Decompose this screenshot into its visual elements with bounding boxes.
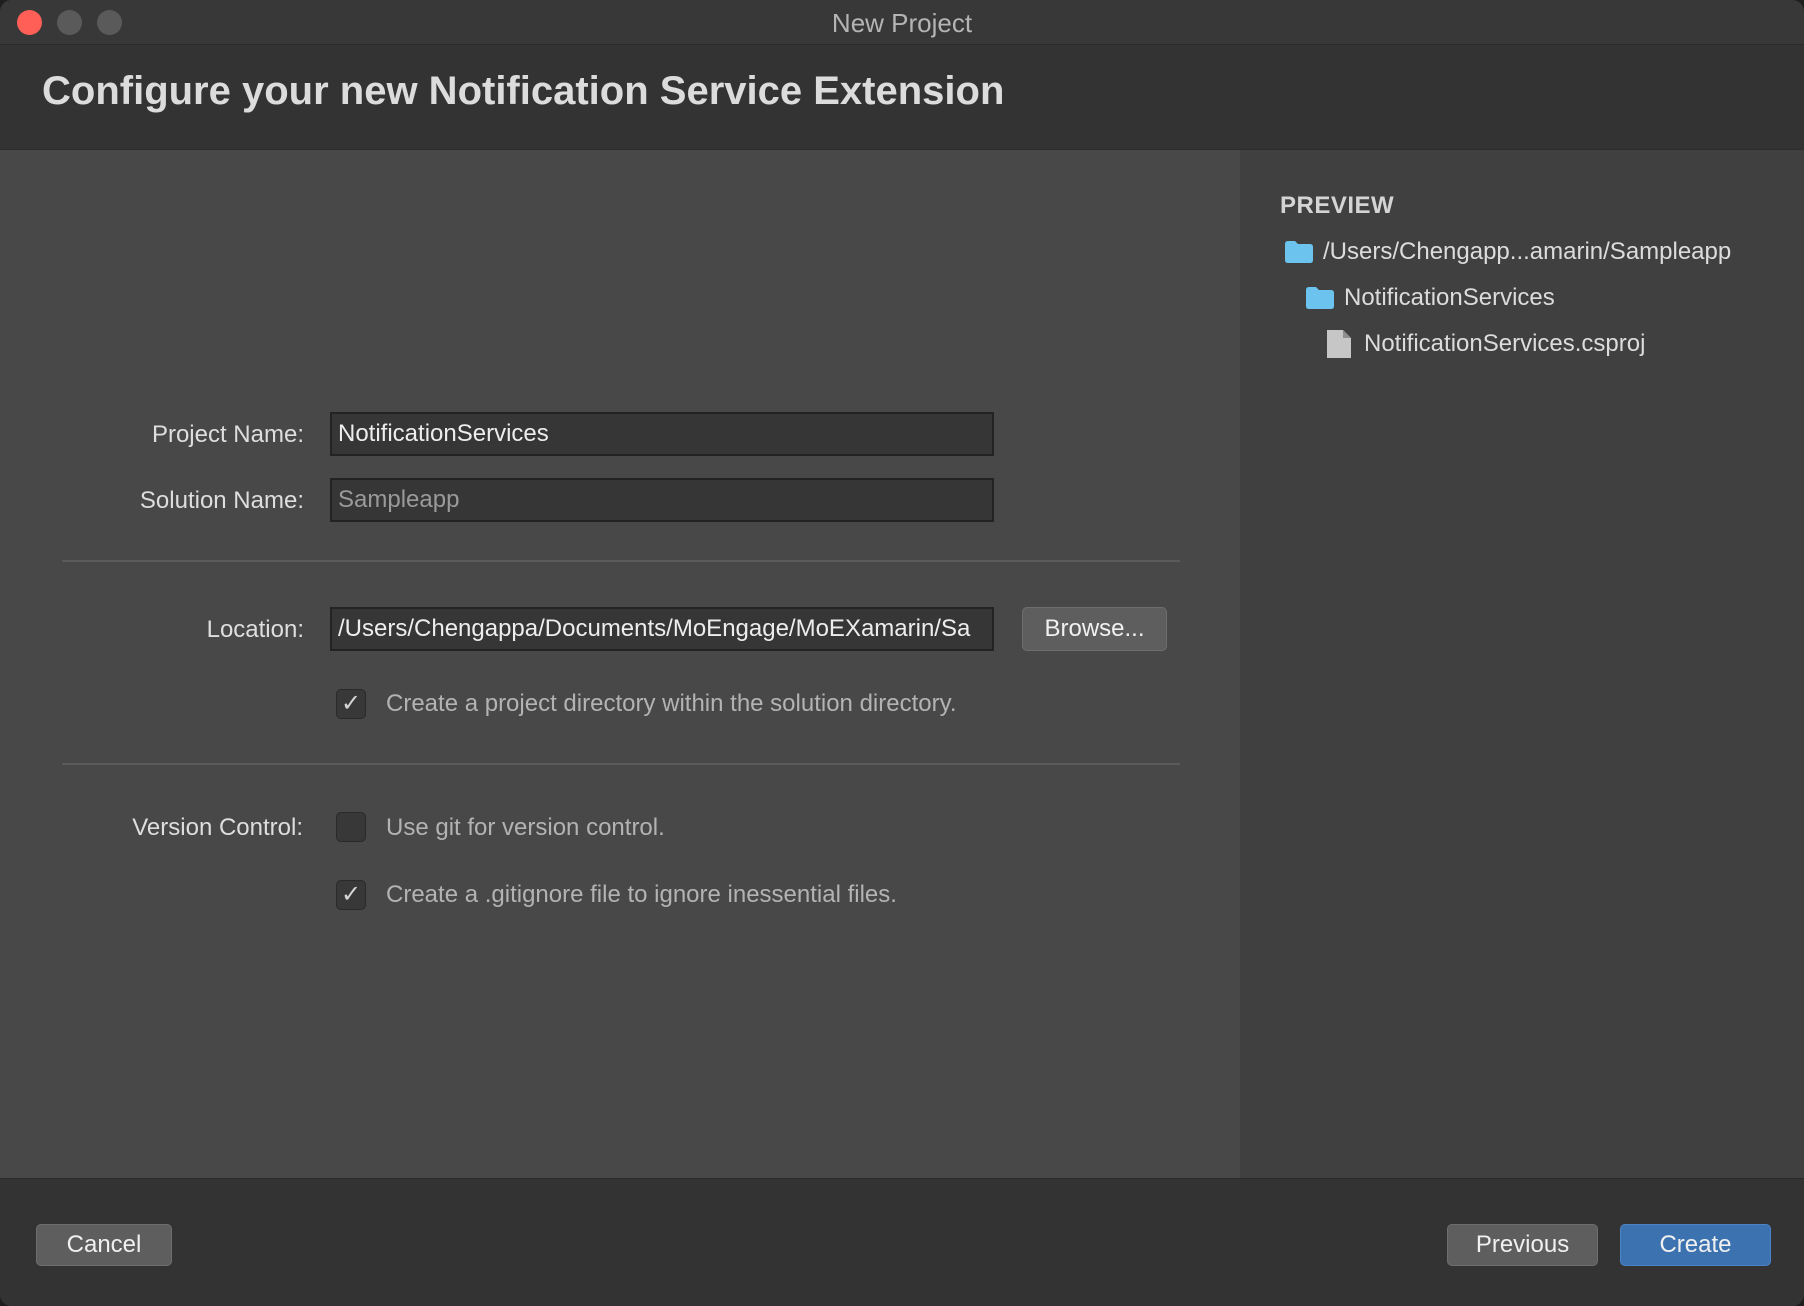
preview-solution-folder[interactable]: /Users/Chengapp...amarin/Sampleapp	[1323, 238, 1731, 266]
new-project-window: New Project Configure your new Notificat…	[0, 0, 1804, 1306]
gitignore-checkbox[interactable]: ✓	[336, 880, 366, 910]
solution-name-label: Solution Name:	[139, 487, 304, 514]
folder-icon	[1306, 287, 1334, 309]
page-title: Configure your new Notification Service …	[42, 69, 1005, 113]
create-button[interactable]: Create	[1620, 1224, 1771, 1266]
separator	[62, 763, 1180, 765]
project-name-label: Project Name:	[151, 421, 304, 448]
preview-heading: PREVIEW	[1280, 192, 1395, 219]
gitignore-label: Create a .gitignore file to ignore iness…	[386, 881, 897, 908]
checkmark-icon: ✓	[340, 881, 362, 908]
checkmark-icon: ✓	[340, 690, 362, 717]
create-project-directory-label: Create a project directory within the so…	[386, 690, 957, 717]
page-header: Configure your new Notification Service …	[0, 45, 1804, 150]
solution-name-input[interactable]: Sampleapp	[330, 478, 994, 522]
separator	[62, 560, 1180, 562]
cancel-button[interactable]: Cancel	[36, 1224, 172, 1266]
location-label: Location:	[206, 616, 304, 643]
use-git-checkbox[interactable]	[336, 812, 366, 842]
folder-icon	[1285, 241, 1313, 263]
version-control-label: Version Control:	[132, 814, 303, 841]
previous-button[interactable]: Previous	[1447, 1224, 1598, 1266]
browse-button[interactable]: Browse...	[1022, 607, 1167, 651]
window-title: New Project	[831, 8, 973, 38]
title-bar: New Project	[0, 0, 1804, 45]
use-git-label: Use git for version control.	[386, 814, 665, 841]
location-input[interactable]: /Users/Chengappa/Documents/MoEngage/MoEX…	[330, 607, 994, 651]
preview-project-file[interactable]: NotificationServices.csproj	[1364, 330, 1645, 358]
file-icon	[1327, 330, 1351, 358]
project-name-input[interactable]: NotificationServices	[330, 412, 994, 456]
configuration-form	[0, 150, 1240, 1178]
preview-project-folder[interactable]: NotificationServices	[1344, 284, 1555, 312]
create-project-directory-checkbox[interactable]: ✓	[336, 689, 366, 719]
